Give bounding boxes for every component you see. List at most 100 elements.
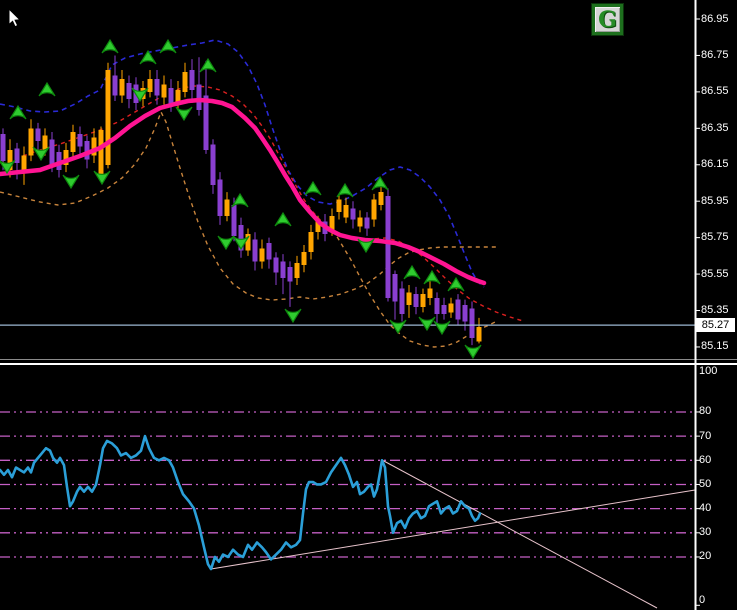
candle-body	[470, 309, 475, 338]
mouse-cursor-icon	[0, 0, 32, 32]
candle-body	[148, 79, 153, 92]
candle-body	[393, 274, 398, 301]
up-arrow-icon	[10, 106, 26, 119]
price-axis-label: 85.55	[701, 269, 729, 280]
candle-body	[155, 79, 160, 95]
candle-body	[1, 134, 6, 161]
candle-body	[274, 258, 279, 273]
up-arrow-icon	[160, 40, 176, 53]
candle-body	[351, 209, 356, 220]
price-axis-label: 86.75	[701, 50, 729, 61]
logo-letter: G	[598, 7, 617, 33]
candle-body	[162, 85, 167, 98]
up-arrow-icon	[39, 83, 55, 96]
price-axis-label: 86.95	[701, 14, 729, 25]
candle-body	[225, 199, 230, 215]
candle-body	[372, 199, 377, 219]
candle-body	[477, 327, 482, 342]
candle-body	[379, 192, 384, 205]
candle-body	[211, 145, 216, 185]
oscillator-axis-label: 80	[699, 406, 711, 417]
candle-body	[463, 305, 468, 321]
candle-body	[127, 83, 132, 99]
candle-body	[358, 218, 363, 227]
candle-body	[421, 294, 426, 307]
candle-body	[36, 128, 41, 141]
candle-body	[428, 289, 433, 298]
down-arrow-icon	[63, 175, 79, 188]
trading-chart-window: 86.95 86.75 86.55 86.35 86.15 85.95 85.75 85.55…	[0, 0, 737, 610]
price-axis-label: 85.75	[701, 232, 729, 243]
candle-body	[407, 292, 412, 305]
oscillator-axis-label: 30	[699, 527, 711, 538]
middle-band-line	[0, 86, 523, 321]
candle-body	[106, 70, 111, 165]
candle-body	[281, 261, 286, 277]
up-arrow-icon	[337, 184, 353, 197]
oscillator-line	[0, 436, 480, 569]
candle-body	[99, 130, 104, 179]
candle-body	[169, 88, 174, 104]
up-arrow-icon	[275, 213, 291, 226]
up-arrow-icon	[424, 271, 440, 284]
price-axis-label: 86.15	[701, 159, 729, 170]
candle-body	[43, 136, 48, 151]
oscillator-axis-label: 70	[699, 431, 711, 442]
oscillator-axis-label: 20	[699, 551, 711, 562]
up-arrow-icon	[404, 266, 420, 279]
down-arrow-icon	[218, 236, 234, 249]
candle-body	[288, 267, 293, 282]
up-arrow-icon	[200, 59, 216, 72]
oscillator-axis-label: 40	[699, 503, 711, 514]
candle-body	[71, 132, 76, 152]
price-axis-label: 86.55	[701, 86, 729, 97]
price-axis-label: 86.35	[701, 123, 729, 134]
candle-body	[442, 305, 447, 314]
oscillator-axis-label: 0	[699, 595, 705, 606]
candle-body	[50, 139, 55, 165]
candle-body	[400, 289, 405, 315]
candle-body	[414, 294, 419, 307]
price-axis-label: 85.15	[701, 341, 729, 352]
oscillator-axis-label: 100	[699, 366, 717, 377]
candle-body	[232, 205, 237, 236]
candle-body	[309, 232, 314, 252]
candle-body	[449, 303, 454, 312]
candle-body	[267, 243, 272, 259]
candle-body	[260, 249, 265, 262]
up-arrow-icon	[372, 177, 388, 190]
oscillator-axis-label: 60	[699, 455, 711, 466]
price-axis-label: 85.35	[701, 305, 729, 316]
current-price-tag: 85.27	[696, 318, 735, 332]
candle-body	[218, 179, 223, 215]
chart-canvas[interactable]	[0, 0, 737, 610]
candle-body	[344, 205, 349, 218]
candle-body	[337, 199, 342, 212]
candle-body	[15, 148, 20, 163]
candle-body	[253, 239, 258, 261]
down-arrow-icon	[465, 345, 481, 358]
candle-body	[29, 128, 34, 155]
down-arrow-icon	[434, 321, 450, 334]
candle-body	[190, 70, 195, 90]
candle-body	[197, 85, 202, 111]
down-arrow-icon	[419, 317, 435, 330]
candle-body	[78, 134, 83, 147]
candle-body	[456, 300, 461, 320]
price-axis-label: 85.95	[701, 196, 729, 207]
down-arrow-icon	[33, 147, 49, 160]
oscillator-axis-label: 50	[699, 479, 711, 490]
candle-body	[386, 196, 391, 298]
candle-body	[204, 96, 209, 151]
candle-body	[113, 75, 118, 95]
candle-body	[183, 72, 188, 92]
down-arrow-icon	[176, 107, 192, 120]
oscillator-trendline	[211, 490, 695, 569]
candle-body	[302, 252, 307, 265]
down-arrow-icon	[285, 309, 301, 322]
up-arrow-icon	[102, 40, 118, 53]
candle-body	[435, 298, 440, 314]
candle-body	[120, 79, 125, 95]
up-arrow-icon	[305, 182, 321, 195]
candle-body	[295, 263, 300, 278]
